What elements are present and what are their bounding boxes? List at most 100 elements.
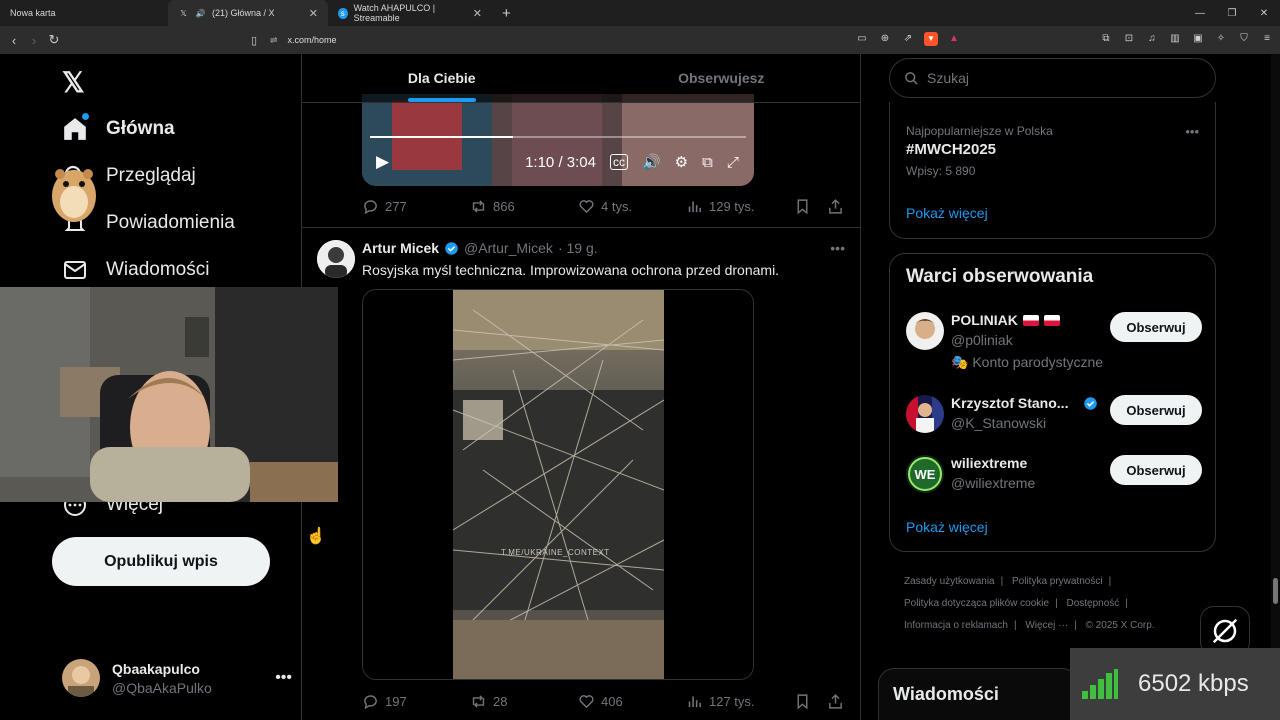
bookmark-icon[interactable]: ▯	[244, 34, 264, 47]
window-controls: — ❐ ✕	[1184, 0, 1280, 26]
like-button[interactable]: 406	[578, 693, 686, 710]
footer-link[interactable]: Więcej ···	[1025, 620, 1068, 631]
back-icon[interactable]: ‹	[4, 33, 24, 48]
bookmark-icon[interactable]	[794, 198, 811, 215]
browser-tab-streamable[interactable]: s Watch AHAPULCO | Streamable ✕	[328, 0, 492, 26]
scrollbar-thumb[interactable]	[1273, 578, 1278, 604]
x-logo-icon[interactable]: 𝕏	[62, 66, 85, 99]
share-icon[interactable]	[827, 198, 844, 215]
close-window-icon[interactable]: ✕	[1248, 8, 1280, 19]
browser-tab-new[interactable]: Nowa karta	[0, 0, 168, 26]
fullscreen-icon[interactable]: ⤢	[727, 154, 739, 171]
speaker-icon: 🔊	[195, 8, 206, 18]
share-icon[interactable]	[827, 693, 844, 710]
reply-button[interactable]: 197	[362, 693, 470, 710]
reload-icon[interactable]: ↻	[44, 32, 64, 48]
x-favicon-icon: 𝕏	[180, 8, 187, 18]
avatar[interactable]	[906, 395, 944, 433]
forward-icon[interactable]: ›	[24, 33, 44, 48]
follow-item[interactable]: Krzysztof Stano... @K_Stanowski Obserwuj	[906, 395, 1202, 451]
avatar[interactable]	[906, 312, 944, 350]
menu-icon[interactable]: ≡	[1260, 32, 1274, 46]
browser-tab-x[interactable]: 𝕏 🔊 (21) Główna / X ✕	[168, 0, 328, 26]
views-button[interactable]: 129 tys.	[686, 198, 794, 215]
minimize-icon[interactable]: —	[1184, 8, 1216, 19]
trend-hashtag[interactable]: #MWCH2025	[906, 141, 996, 158]
publish-button[interactable]: Opublikuj wpis	[52, 537, 270, 586]
show-more-link[interactable]: Pokaż więcej	[906, 205, 988, 221]
video-watermark: T.ME/UKRAINE_CONTEXT	[501, 548, 610, 557]
extensions-bar: ▭ ⊕ ⇗ ▼ ▲ ⧉ ⊡ ♫ ▥ ▣ ✧ ⛉ ≡	[855, 32, 1274, 46]
more-horizontal-icon[interactable]: •••	[830, 240, 845, 256]
pip-icon[interactable]: ⧉	[702, 154, 713, 171]
show-more-link[interactable]: Pokaż więcej	[906, 519, 988, 535]
play-icon[interactable]: ▶	[376, 152, 389, 172]
post-text: Rosyjska myśl techniczna. Improwizowana …	[362, 262, 780, 278]
follow-item[interactable]: POLINIAK @p0liniak 🎭 Konto parodystyczne…	[906, 312, 1202, 370]
nav-messages[interactable]: Wiadomości	[62, 257, 209, 283]
footer-link[interactable]: Informacja o reklamach	[904, 620, 1008, 631]
search-icon	[905, 71, 918, 85]
vpn-icon[interactable]: ⛉	[1237, 32, 1251, 46]
media-icon[interactable]: ♫	[1145, 32, 1159, 46]
more-horizontal-icon[interactable]: •••	[1185, 124, 1199, 139]
footer-link[interactable]: Polityka prywatności	[1012, 576, 1103, 587]
more-horizontal-icon[interactable]: •••	[275, 669, 292, 687]
close-tab-icon[interactable]: ✕	[309, 7, 318, 20]
leo-icon[interactable]: ✧	[1214, 32, 1228, 46]
video-controls: ▶ 1:10 / 3:04 cc 🔊 ⚙ ⧉ ⤢	[362, 138, 754, 186]
avatar[interactable]	[317, 240, 355, 278]
search-input[interactable]: Szukaj	[889, 58, 1216, 98]
brave-rewards-icon[interactable]: ▲	[947, 32, 961, 46]
account-switcher[interactable]: Qbaakapulco @QbaAkaPulko •••	[62, 657, 292, 699]
extensions-icon[interactable]: ⧉	[1099, 32, 1113, 46]
repost-button[interactable]: 28	[470, 693, 578, 710]
reply-button[interactable]: 277	[362, 198, 470, 215]
avatar[interactable]: WE	[906, 455, 944, 493]
tab-following[interactable]: Obserwujesz	[582, 54, 861, 102]
footer-link[interactable]: Polityka dotycząca plików cookie	[904, 598, 1049, 609]
repost-button[interactable]: 866	[470, 198, 578, 215]
screenshot-icon[interactable]: ⊡	[1122, 32, 1136, 46]
nav-label: Wiadomości	[106, 259, 210, 280]
share-icon[interactable]: ⇗	[901, 32, 915, 46]
restore-icon[interactable]: ❐	[1216, 8, 1248, 19]
captions-icon[interactable]: cc	[609, 154, 628, 170]
follow-button[interactable]: Obserwuj	[1110, 455, 1202, 485]
svg-text:WE: WE	[915, 467, 936, 482]
follow-item[interactable]: WE wiliextreme @wiliextreme Obserwuj	[906, 455, 1202, 511]
grok-icon	[1212, 618, 1238, 644]
trend-meta: Najpopularniejsze w Polska	[906, 124, 1053, 138]
site-settings-icon[interactable]: ⇌	[270, 35, 278, 46]
post-time[interactable]: · 19 g.	[558, 240, 598, 256]
reader-mode-icon[interactable]: ▭	[855, 32, 869, 46]
settings-gear-icon[interactable]: ⚙	[675, 153, 688, 171]
sidebar-icon[interactable]: ▥	[1168, 32, 1182, 46]
post2-video[interactable]: T.ME/UKRAINE_CONTEXT	[362, 289, 754, 680]
author-handle[interactable]: @Artur_Micek	[464, 240, 553, 256]
volume-icon[interactable]: 🔊	[642, 153, 661, 171]
close-tab-icon[interactable]: ✕	[473, 7, 482, 20]
nav-home[interactable]: Główna	[62, 113, 175, 142]
views-button[interactable]: 127 tys.	[686, 693, 794, 710]
bookmark-icon[interactable]	[794, 693, 811, 710]
follow-button[interactable]: Obserwuj	[1110, 312, 1202, 342]
wallet-icon[interactable]: ▣	[1191, 32, 1205, 46]
zoom-icon[interactable]: ⊕	[878, 32, 892, 46]
right-sidebar: Szukaj Najpopularniejsze w Polska #MWCH2…	[875, 54, 1280, 720]
tab-for-you[interactable]: Dla Ciebie	[302, 54, 582, 102]
follow-name-text: POLINIAK	[951, 312, 1018, 328]
like-button[interactable]: 4 tys.	[578, 198, 686, 215]
parody-text: Konto parodystyczne	[972, 354, 1104, 370]
brave-shield-icon[interactable]: ▼	[924, 32, 938, 46]
footer-link[interactable]: Zasady użytkowania	[904, 576, 995, 587]
footer-link[interactable]: Dostępność	[1066, 598, 1119, 609]
post1-video[interactable]: ▶ 1:10 / 3:04 cc 🔊 ⚙ ⧉ ⤢	[362, 94, 754, 186]
messages-drawer[interactable]: Wiadomości	[878, 668, 1078, 720]
repost-count: 866	[493, 199, 515, 214]
follow-button[interactable]: Obserwuj	[1110, 395, 1202, 425]
author-name[interactable]: Artur Micek	[362, 240, 439, 256]
page-scrollbar[interactable]	[1271, 54, 1280, 720]
bitrate-overlay: 6502 kbps	[1070, 648, 1280, 720]
new-tab-icon[interactable]: +	[492, 5, 521, 22]
